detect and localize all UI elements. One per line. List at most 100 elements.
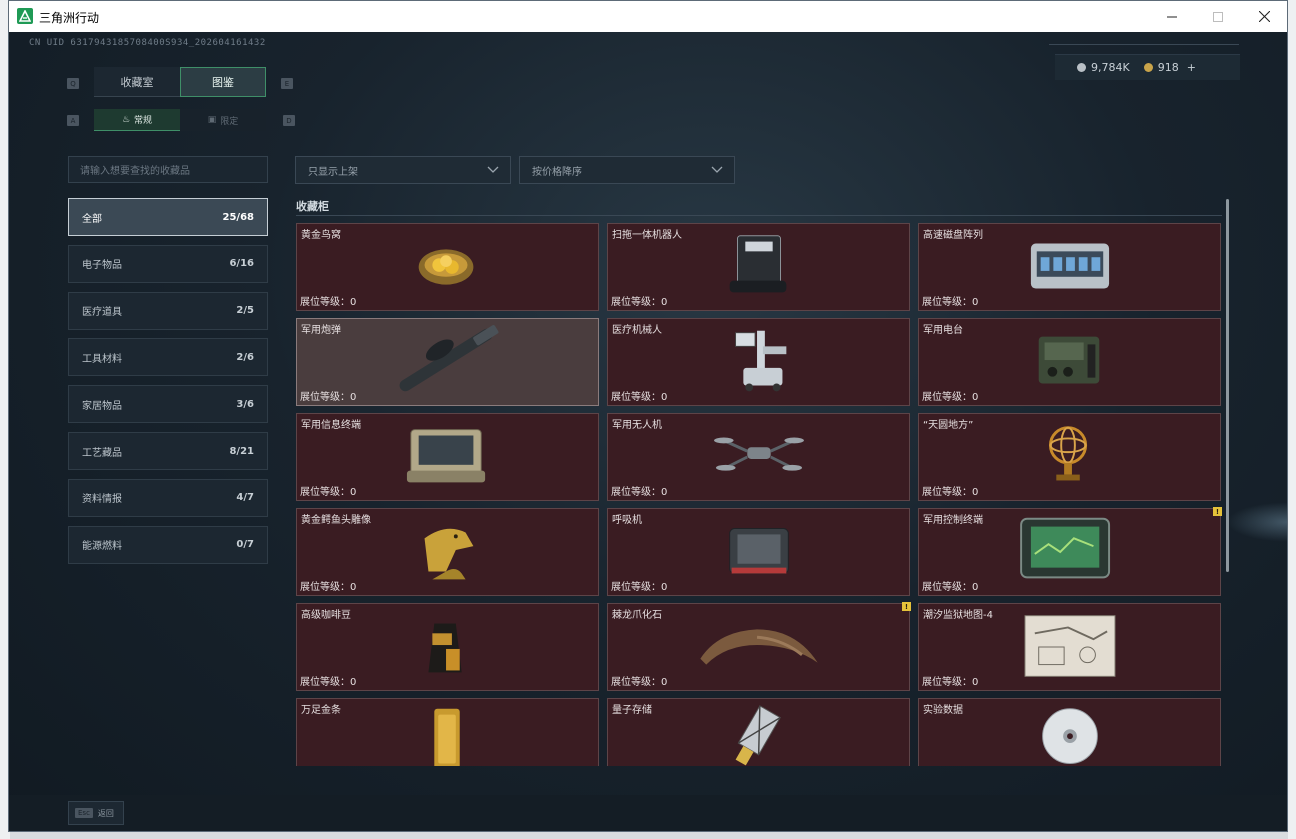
gold-coin-icon bbox=[1143, 63, 1153, 72]
minimize-button[interactable] bbox=[1149, 1, 1195, 32]
subtab-limited[interactable]: ▣ 限定 bbox=[180, 109, 266, 131]
item-name: 黄金鳄鱼头雕像 bbox=[301, 515, 371, 526]
item-display-level: 展位等级：0 bbox=[300, 487, 357, 498]
esc-key-hint: Esc bbox=[75, 808, 93, 818]
item-display-level: 展位等级：0 bbox=[611, 487, 668, 498]
limited-icon: ▣ bbox=[207, 115, 217, 125]
collection-card[interactable]: 棘龙爪化石 展位等级：0! bbox=[607, 602, 911, 691]
item-display-level: 展位等级：0 bbox=[611, 297, 668, 308]
category-0[interactable]: 全部 25/68 bbox=[68, 198, 268, 236]
category-4[interactable]: 家居物品 3/6 bbox=[68, 385, 268, 424]
silver-amount: 9,784K bbox=[1091, 61, 1130, 74]
bottom-bar: Esc 返回 bbox=[9, 795, 1287, 831]
app-logo-icon bbox=[17, 8, 33, 24]
category-count: 2/6 bbox=[236, 351, 254, 363]
desktop-right-edge bbox=[1288, 0, 1296, 839]
category-label: 工具材料 bbox=[82, 353, 122, 365]
item-display-level: 展位等级：0 bbox=[922, 392, 979, 403]
section-title: 收藏柜 bbox=[296, 200, 329, 213]
collection-card[interactable]: 医疗机械人 展位等级：0 bbox=[607, 318, 910, 406]
subtab-regular[interactable]: ♨ 常规 bbox=[94, 109, 180, 131]
tab-collection-room[interactable]: 收藏室 bbox=[94, 67, 180, 97]
item-name: 军用无人机 bbox=[612, 420, 662, 431]
collection-card[interactable]: 黄金鸟窝 展位等级：0 bbox=[296, 223, 599, 311]
gold-bar-icon bbox=[434, 708, 460, 766]
item-display-level: 展位等级：0 bbox=[300, 582, 357, 593]
game-viewport: CN UID 6317943185708400S934_202604161432… bbox=[9, 32, 1287, 831]
category-label: 能源燃料 bbox=[82, 541, 122, 553]
item-display-level: 展位等级：0 bbox=[611, 677, 668, 688]
category-label: 工艺藏品 bbox=[82, 447, 122, 459]
chevron-down-icon bbox=[487, 166, 499, 173]
collection-card[interactable]: 高速磁盘阵列 展位等级：0 bbox=[918, 223, 1221, 311]
item-name: 军用控制终端 bbox=[923, 515, 983, 526]
collection-card[interactable]: 军用控制终端 展位等级：0! bbox=[918, 507, 1222, 596]
category-3[interactable]: 工具材料 2/6 bbox=[68, 338, 268, 377]
category-7[interactable]: 能源燃料 0/7 bbox=[68, 525, 268, 564]
key-hint-d: D bbox=[283, 115, 295, 126]
collection-card[interactable]: 潮汐监狱地图-4 展位等级：0 bbox=[918, 603, 1221, 691]
edge-glow bbox=[1227, 502, 1287, 542]
category-count: 4/7 bbox=[236, 492, 254, 504]
category-count: 3/6 bbox=[236, 398, 254, 410]
search-input[interactable]: 请输入想要查找的收藏品 bbox=[68, 156, 268, 183]
category-count: 25/68 bbox=[222, 211, 254, 223]
collection-card[interactable]: 扫拖一体机器人 展位等级：0 bbox=[607, 223, 910, 311]
subtab-limited-label: 限定 bbox=[220, 116, 239, 127]
tab-catalog[interactable]: 图鉴 bbox=[180, 67, 266, 97]
category-6[interactable]: 资料情报 4/7 bbox=[68, 478, 268, 517]
player-uid: CN UID 6317943185708400S934_202604161432 bbox=[29, 38, 266, 48]
category-label: 家居物品 bbox=[82, 400, 122, 412]
title-bar[interactable]: 三角洲行动 bbox=[9, 1, 1287, 32]
key-hint-a: A bbox=[67, 115, 79, 126]
collection-card[interactable]: 军用电台 展位等级：0 bbox=[918, 318, 1221, 406]
item-name: 潮汐监狱地图-4 bbox=[923, 610, 993, 621]
item-display-level: 展位等级：0 bbox=[922, 297, 979, 308]
header-divider bbox=[1049, 44, 1239, 45]
category-label: 医疗道具 bbox=[82, 307, 122, 319]
maximize-button[interactable] bbox=[1195, 1, 1241, 32]
sort-dropdown[interactable]: 按价格降序 bbox=[519, 156, 735, 184]
add-currency-button[interactable]: + bbox=[1187, 61, 1196, 74]
item-name: 医疗机械人 bbox=[612, 325, 662, 336]
item-display-level: 展位等级：0 bbox=[922, 582, 979, 593]
collection-card[interactable]: 高级咖啡豆 展位等级：0 bbox=[296, 603, 599, 691]
category-5[interactable]: 工艺藏品 8/21 bbox=[68, 432, 268, 470]
category-count: 2/5 bbox=[236, 305, 254, 317]
close-button[interactable] bbox=[1241, 1, 1287, 32]
collection-card[interactable]: 呼吸机 展位等级：0 bbox=[607, 508, 910, 596]
collection-card[interactable]: 军用无人机展位等级：0 bbox=[607, 413, 910, 501]
item-display-level: 展位等级：0 bbox=[922, 487, 979, 498]
window-title: 三角洲行动 bbox=[39, 11, 100, 25]
collection-card[interactable]: 实验数据展位等级：0 bbox=[918, 698, 1221, 766]
category-count: 6/16 bbox=[229, 258, 254, 270]
category-1[interactable]: 电子物品 6/16 bbox=[68, 244, 268, 283]
listing-filter-value: 只显示上架 bbox=[308, 166, 358, 178]
collection-grid: 黄金鸟窝 展位等级：0 扫拖一体机器人 展位等级：0 高速磁盘阵列 展位等级：0 军用炮弹展… bbox=[296, 223, 1222, 766]
collection-card[interactable]: “天圆地方” 展位等级：0 bbox=[918, 413, 1221, 501]
collection-card[interactable]: 军用信息终端 展位等级：0 bbox=[296, 413, 599, 501]
item-name: 军用炮弹 bbox=[301, 325, 341, 336]
quantum-storage-icon bbox=[735, 705, 781, 766]
item-name: 呼吸机 bbox=[612, 515, 642, 526]
listing-filter-dropdown[interactable]: 只显示上架 bbox=[295, 156, 511, 184]
sort-value: 按价格降序 bbox=[532, 166, 582, 178]
collection-card[interactable]: 黄金鳄鱼头雕像 展位等级：0 bbox=[296, 508, 599, 596]
category-2[interactable]: 医疗道具 2/5 bbox=[68, 291, 268, 330]
subtab-regular-label: 常规 bbox=[134, 116, 153, 126]
data-disc-icon bbox=[1042, 708, 1098, 764]
category-label: 电子物品 bbox=[82, 260, 122, 272]
section-divider bbox=[296, 215, 1222, 216]
item-name: 黄金鸟窝 bbox=[301, 230, 341, 241]
new-alert-badge: ! bbox=[902, 602, 911, 611]
back-button[interactable]: Esc 返回 bbox=[68, 801, 124, 825]
category-count: 0/7 bbox=[236, 539, 254, 551]
item-name: 高速磁盘阵列 bbox=[923, 230, 983, 241]
new-alert-badge: ! bbox=[1213, 507, 1222, 516]
collection-card[interactable]: 万足金条展位等级：0 bbox=[296, 698, 599, 766]
collection-card[interactable]: 军用炮弹 展位等级：0 bbox=[296, 318, 599, 406]
back-label: 返回 bbox=[97, 808, 114, 818]
item-display-level: 展位等级：0 bbox=[922, 677, 979, 688]
category-label: 全部 bbox=[82, 213, 102, 225]
collection-card[interactable]: 量子存储展位等级：0 bbox=[607, 698, 910, 766]
